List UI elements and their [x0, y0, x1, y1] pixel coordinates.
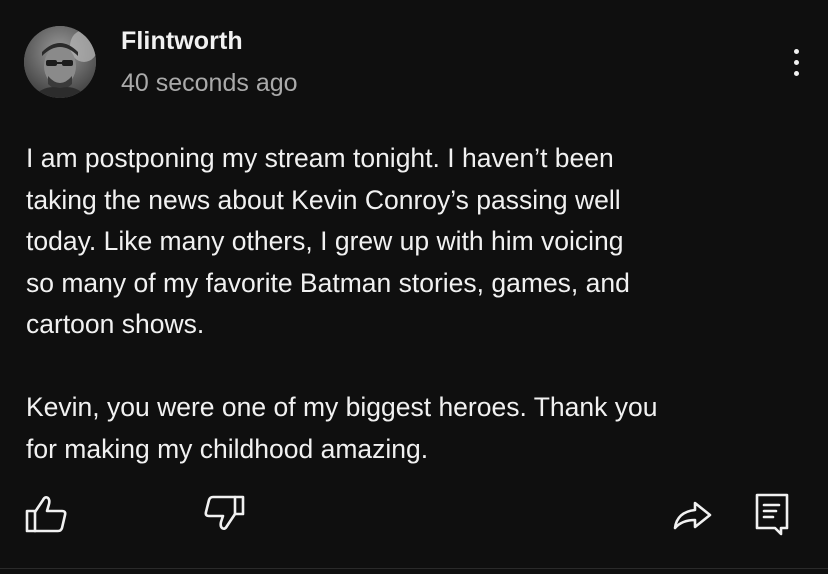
author-name[interactable]: Flintworth — [121, 27, 243, 56]
thumbs-up-icon — [25, 496, 67, 533]
post-paragraph: Kevin, you were one of my biggest heroes… — [26, 392, 658, 464]
comment-icon — [755, 493, 789, 536]
share-button[interactable] — [668, 490, 716, 538]
thumbs-down-icon — [204, 495, 245, 530]
like-button[interactable] — [22, 490, 70, 538]
avatar-photo-icon — [24, 26, 96, 98]
more-vertical-icon — [793, 48, 799, 54]
more-vertical-icon-dot — [793, 59, 799, 65]
comment-button[interactable] — [748, 490, 796, 538]
post-body: I am postponing my stream tonight. I hav… — [26, 138, 816, 470]
more-vertical-icon-dot — [793, 70, 799, 76]
post-paragraph: I am postponing my stream tonight. I hav… — [26, 143, 630, 339]
share-arrow-icon — [673, 501, 712, 530]
community-post: Flintworth 40 seconds ago I am postponin… — [0, 0, 828, 574]
more-options-button[interactable] — [780, 42, 812, 82]
dislike-button[interactable] — [200, 490, 248, 538]
divider — [0, 568, 828, 569]
avatar[interactable] — [24, 26, 96, 98]
post-timestamp: 40 seconds ago — [121, 69, 298, 97]
